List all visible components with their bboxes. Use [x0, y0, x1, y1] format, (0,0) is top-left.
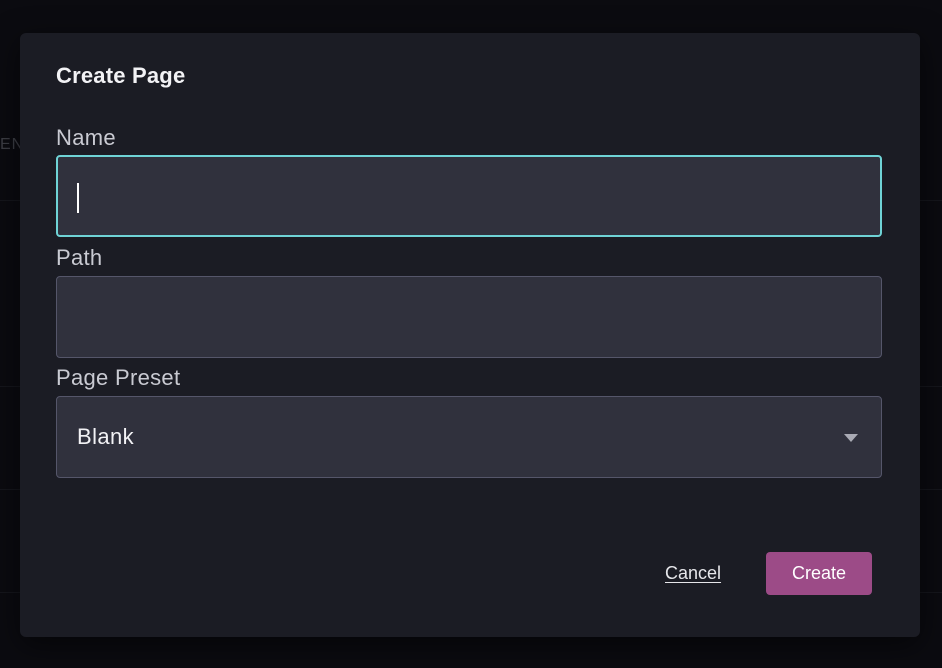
path-label: Path — [56, 245, 103, 270]
chevron-down-icon — [844, 434, 858, 442]
page-preset-label: Page Preset — [56, 365, 181, 390]
page-preset-selected-value: Blank — [77, 424, 135, 449]
text-caret — [77, 183, 79, 213]
name-input[interactable] — [56, 155, 882, 237]
dialog-title: Create Page — [56, 63, 186, 88]
page-preset-select[interactable]: Blank — [56, 396, 882, 478]
create-page-dialog: Create Page Name Path Page Preset Blank … — [20, 33, 920, 637]
path-input[interactable] — [56, 276, 882, 358]
create-button[interactable]: Create — [766, 552, 872, 595]
name-label: Name — [56, 125, 116, 150]
cancel-button[interactable]: Cancel — [665, 563, 721, 584]
